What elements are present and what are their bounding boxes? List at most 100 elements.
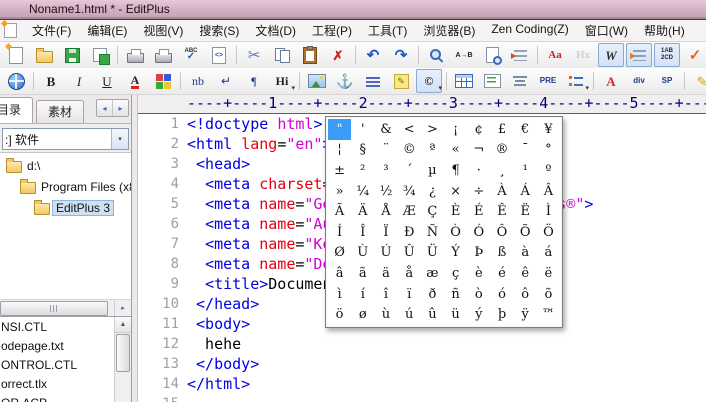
charmap-cell[interactable]: û <box>421 304 444 325</box>
toggle-case-button[interactable]: Aa <box>542 43 568 67</box>
charmap-cell[interactable]: ¶ <box>444 160 467 181</box>
file-list-item[interactable]: ONTROL.CTL <box>0 356 115 375</box>
charmap-cell[interactable]: ë <box>537 263 560 284</box>
charmap-cell[interactable]: Õ <box>514 222 537 243</box>
nbsp-button[interactable]: nb <box>185 69 211 93</box>
charmap-cell[interactable]: ¢ <box>467 119 490 140</box>
charmap-cell[interactable]: « <box>444 140 467 161</box>
charmap-cell[interactable]: × <box>444 181 467 202</box>
hex-view-button[interactable]: Hx <box>570 43 596 67</box>
charmap-cell[interactable]: § <box>351 140 374 161</box>
charmap-cell[interactable]: ¨ <box>374 140 397 161</box>
charmap-cell[interactable]: ¹ <box>514 160 537 181</box>
file-list-item[interactable]: orrect.tlx <box>0 375 115 394</box>
charmap-cell[interactable]: Ê <box>490 201 513 222</box>
charmap-cell[interactable]: Î <box>351 222 374 243</box>
charmap-cell[interactable]: Í <box>328 222 351 243</box>
scrollbar-thumb[interactable] <box>0 301 108 316</box>
charmap-cell[interactable]: Ã <box>328 201 351 222</box>
tab-directory[interactable]: 目录 <box>0 97 34 123</box>
script-button[interactable]: ✎ <box>689 69 706 93</box>
charmap-cell[interactable]: ¥ <box>537 119 560 140</box>
charmap-cell[interactable]: ¯ <box>514 140 537 161</box>
cut-button[interactable]: ✂ <box>241 43 267 67</box>
charmap-cell[interactable]: ® <box>490 140 513 161</box>
tree-item[interactable]: d:\ <box>0 155 131 176</box>
redo-button[interactable]: ↷ <box>388 43 414 67</box>
charmap-cell[interactable]: ¦ <box>328 140 351 161</box>
charmap-cell[interactable]: É <box>467 201 490 222</box>
charmap-cell[interactable]: Ë <box>514 201 537 222</box>
charmap-cell[interactable]: ¸ <box>490 160 513 181</box>
charmap-cell[interactable]: á <box>537 243 560 264</box>
list-button[interactable]: ▾ <box>563 69 589 93</box>
charmap-cell[interactable]: ¼ <box>351 181 374 202</box>
new-file-button[interactable] <box>3 43 29 67</box>
horizontal-rule-button[interactable] <box>360 69 386 93</box>
indent-guide-button[interactable] <box>626 43 652 67</box>
charmap-cell[interactable]: ó <box>490 284 513 305</box>
font-color-button[interactable]: A <box>122 69 148 93</box>
charmap-cell[interactable]: ù <box>374 304 397 325</box>
print-button[interactable] <box>150 43 176 67</box>
charmap-cell[interactable]: È <box>444 201 467 222</box>
charmap-cell[interactable]: © <box>398 140 421 161</box>
charmap-cell[interactable]: Þ <box>467 243 490 264</box>
menu-item[interactable]: 工程(P) <box>304 20 360 41</box>
charmap-cell[interactable]: > <box>421 119 444 140</box>
italic-button[interactable]: I <box>66 69 92 93</box>
charmap-cell[interactable]: ä <box>374 263 397 284</box>
charmap-cell[interactable]: ± <box>328 160 351 181</box>
tab-scroll-right-icon[interactable]: ▸ <box>112 100 128 116</box>
charmap-cell[interactable]: Ò <box>444 222 467 243</box>
charmap-cell[interactable]: Ä <box>351 201 374 222</box>
menu-item[interactable]: 编辑(E) <box>79 20 135 41</box>
file-list-item[interactable]: odepage.txt <box>0 337 115 356</box>
line-number-button[interactable]: 1AB 2CD <box>654 43 680 67</box>
menu-item[interactable]: 帮助(H) <box>636 20 693 41</box>
tree-horizontal-scrollbar[interactable]: ▸ <box>0 299 131 317</box>
charmap-cell[interactable]: ½ <box>374 181 397 202</box>
charmap-cell[interactable]: ÿ <box>514 304 537 325</box>
charmap-cell[interactable]: ¬ <box>467 140 490 161</box>
charmap-cell[interactable]: µ <box>421 160 444 181</box>
charmap-cell[interactable]: Û <box>398 243 421 264</box>
table-button[interactable] <box>451 69 477 93</box>
textarea-button[interactable] <box>479 69 505 93</box>
charmap-cell[interactable]: ç <box>444 263 467 284</box>
tab-scroll-left-icon[interactable]: ◂ <box>97 100 112 116</box>
menu-item[interactable]: 浏览器(B) <box>415 20 483 41</box>
undo-button[interactable]: ↶ <box>360 43 386 67</box>
menu-item[interactable]: 工具(T) <box>360 20 415 41</box>
charmap-cell[interactable]: Ç <box>421 201 444 222</box>
span-button[interactable]: SP <box>654 69 680 93</box>
charmap-cell[interactable]: Ô <box>490 222 513 243</box>
charmap-cell[interactable]: Æ <box>398 201 421 222</box>
syntax-check-button[interactable]: ✓ <box>682 43 706 67</box>
charmap-cell[interactable]: î <box>374 284 397 305</box>
charmap-cell[interactable]: ú <box>398 304 421 325</box>
charmap-cell[interactable]: Ó <box>467 222 490 243</box>
view-source-button[interactable]: <> <box>206 43 232 67</box>
delete-button[interactable]: ✗ <box>325 43 351 67</box>
charmap-cell[interactable]: » <box>328 181 351 202</box>
insert-image-button[interactable] <box>304 69 330 93</box>
div-button[interactable]: div <box>626 69 652 93</box>
goto-line-button[interactable] <box>507 43 533 67</box>
line-break-button[interactable]: ↵ <box>213 69 239 93</box>
charmap-cell[interactable]: Å <box>374 201 397 222</box>
charmap-cell[interactable]: é <box>490 263 513 284</box>
anchor-button[interactable]: ⚓ <box>332 69 358 93</box>
charmap-cell[interactable]: ò <box>467 284 490 305</box>
charmap-cell[interactable]: ñ <box>444 284 467 305</box>
charmap-cell[interactable]: Ü <box>421 243 444 264</box>
charmap-cell[interactable]: ý <box>467 304 490 325</box>
color-picker-button[interactable] <box>150 69 176 93</box>
find-in-files-button[interactable] <box>479 43 505 67</box>
font-tag-button[interactable]: A <box>598 69 624 93</box>
charmap-cell[interactable]: ' <box>351 119 374 140</box>
chevron-down-icon[interactable]: ▾ <box>111 129 128 149</box>
charmap-cell[interactable]: à <box>514 243 537 264</box>
tree-item[interactable]: EditPlus 3 <box>0 197 131 218</box>
spell-check-button[interactable]: ABC <box>178 43 204 67</box>
